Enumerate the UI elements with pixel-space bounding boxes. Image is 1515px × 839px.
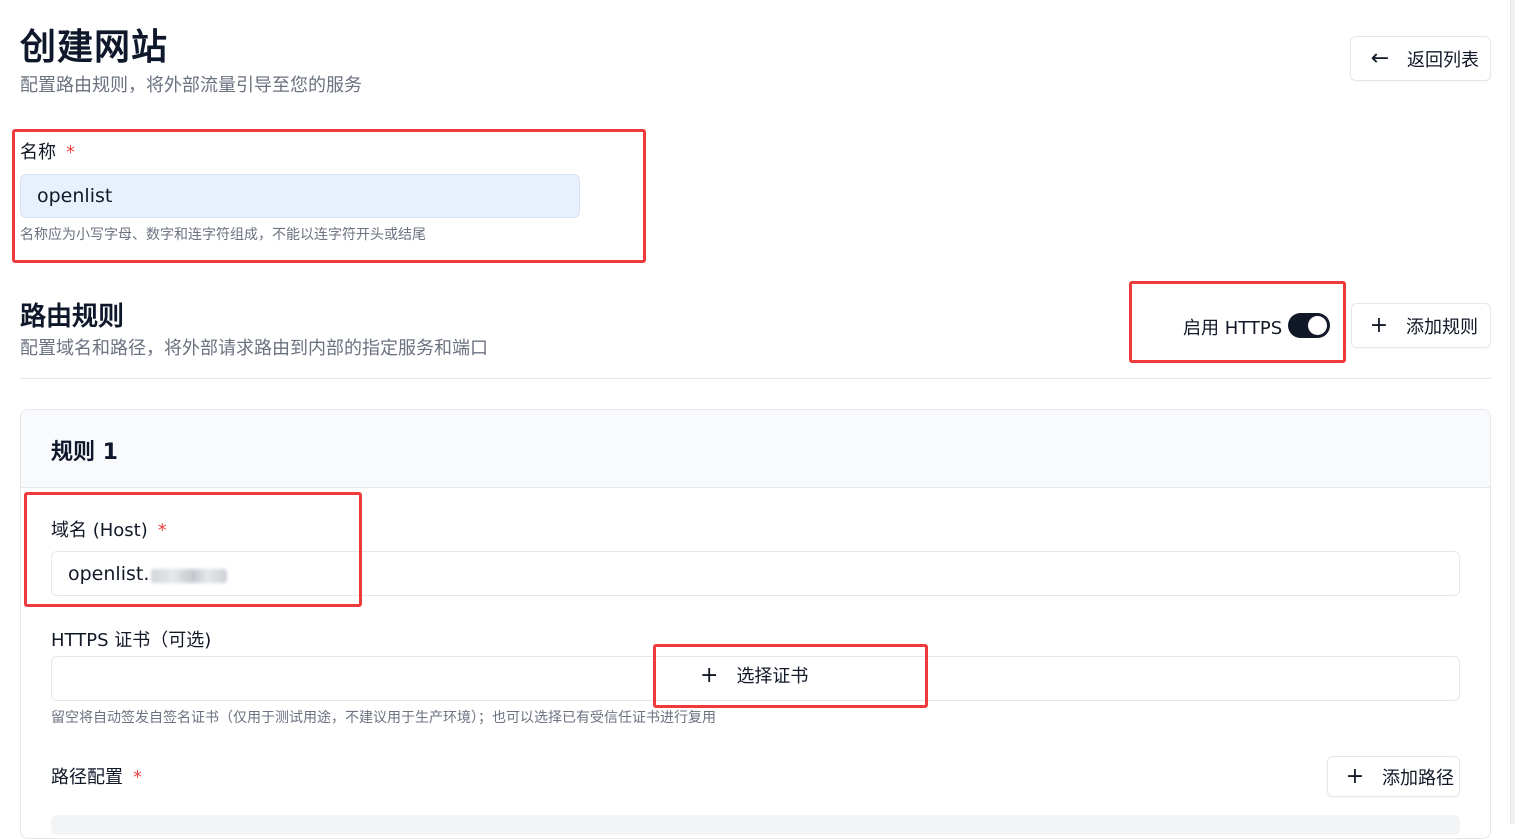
- section-divider: [20, 378, 1491, 379]
- host-label: 域名 (Host) *: [51, 520, 167, 541]
- https-toggle[interactable]: [1288, 313, 1330, 338]
- required-mark: *: [157, 520, 167, 541]
- name-hint: 名称应为小写字母、数字和连字符组成，不能以连字符开头或结尾: [20, 227, 426, 243]
- plus-icon: +: [1345, 764, 1365, 789]
- path-config-label: 路径配置 *: [51, 767, 142, 788]
- back-button-label: 返回列表: [1407, 49, 1479, 71]
- required-mark: *: [66, 142, 75, 163]
- rule-title: 规则 1: [51, 440, 118, 465]
- name-label: 名称 *: [20, 142, 75, 163]
- host-input-value: openlist.: [68, 562, 150, 585]
- page-subtitle: 配置路由规则，将外部流量引导至您的服务: [20, 75, 362, 96]
- add-path-button[interactable]: + 添加路径: [1327, 756, 1460, 797]
- name-input[interactable]: openlist: [20, 174, 580, 218]
- scrollbar[interactable]: [1510, 0, 1515, 824]
- plus-icon: +: [700, 662, 719, 688]
- name-input-value: openlist: [37, 185, 113, 207]
- back-to-list-button[interactable]: ← 返回列表: [1350, 36, 1491, 81]
- plus-icon: +: [1369, 313, 1389, 338]
- blurred-domain: [151, 568, 228, 583]
- select-cert-label: 选择证书: [736, 666, 809, 687]
- select-cert-button[interactable]: + 选择证书: [700, 662, 808, 688]
- arrow-left-icon: ←: [1370, 46, 1390, 71]
- toggle-knob: [1308, 316, 1327, 335]
- host-input[interactable]: openlist.: [51, 551, 1460, 596]
- routing-section-subtitle: 配置域名和路径，将外部请求路由到内部的指定服务和端口: [20, 338, 488, 359]
- page-title: 创建网站: [20, 27, 169, 68]
- path-row: [51, 815, 1460, 835]
- rule-card-header: [21, 410, 1490, 488]
- required-mark: *: [133, 767, 142, 788]
- rule-card: [20, 409, 1491, 839]
- cert-label: HTTPS 证书（可选): [51, 630, 212, 651]
- add-path-label: 添加路径: [1382, 767, 1454, 789]
- add-rule-label: 添加规则: [1406, 316, 1478, 338]
- add-rule-button[interactable]: + 添加规则: [1351, 303, 1491, 348]
- routing-section-title: 路由规则: [20, 302, 125, 332]
- cert-hint: 留空将自动签发自签名证书（仅用于测试用途，不建议用于生产环境）；也可以选择已有受…: [51, 710, 716, 726]
- https-toggle-label: 启用 HTTPS: [1183, 318, 1283, 339]
